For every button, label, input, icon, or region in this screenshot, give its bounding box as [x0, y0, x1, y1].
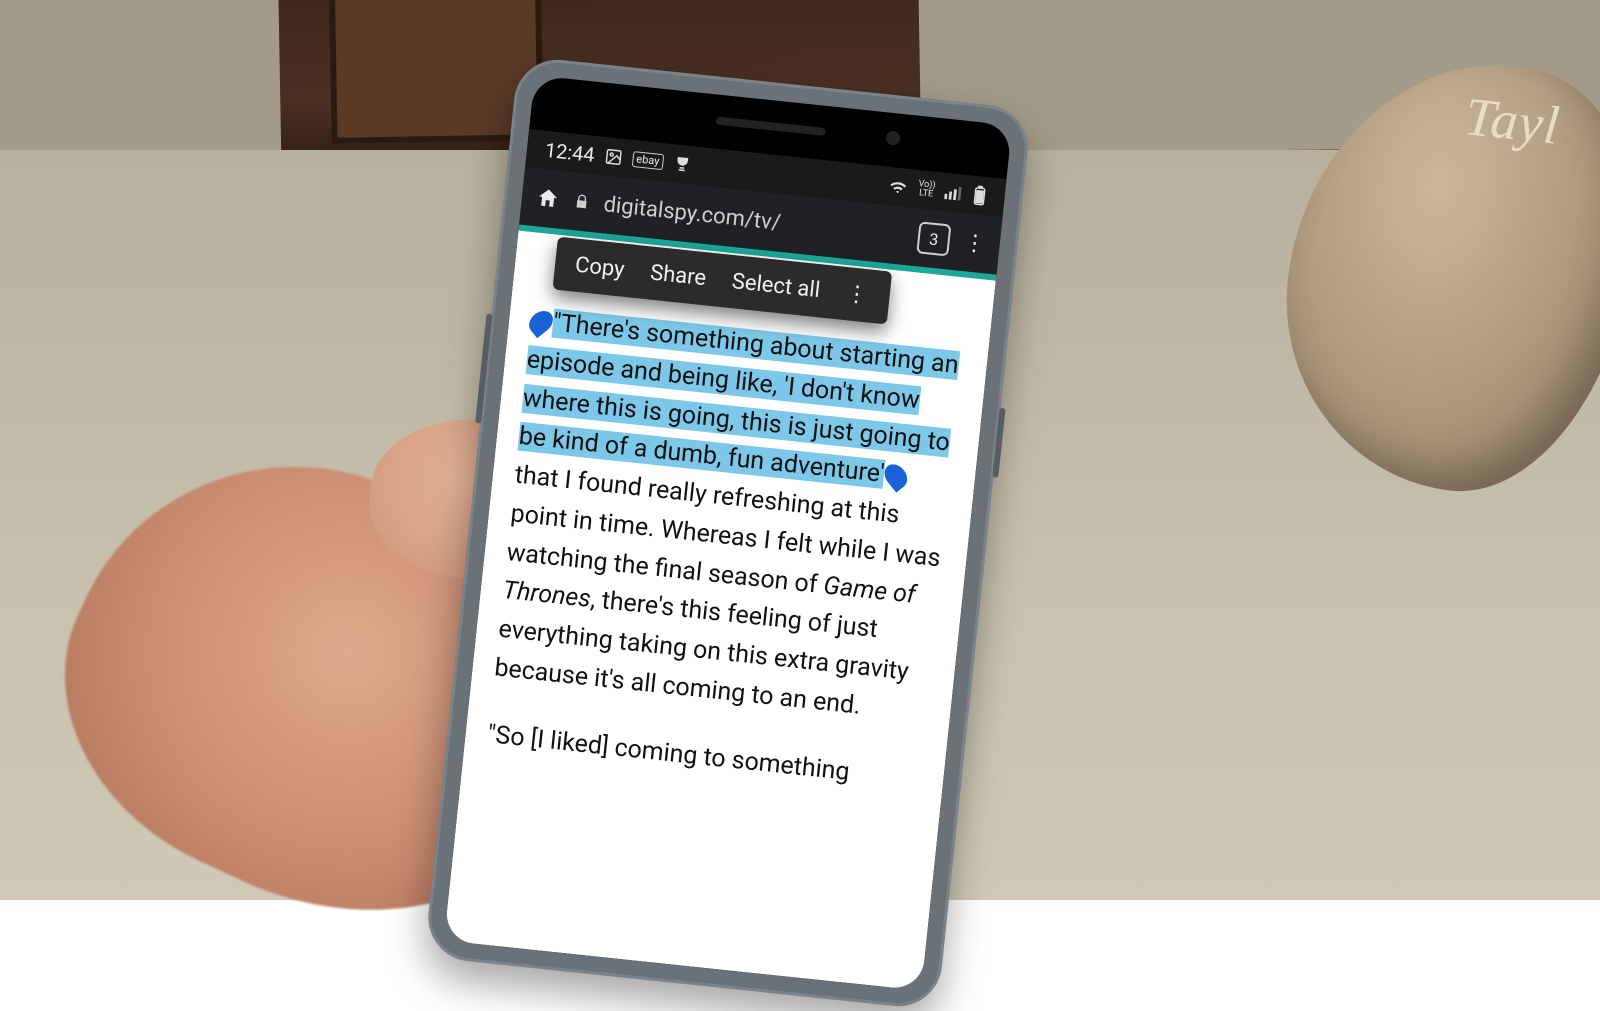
- trophy-icon: [672, 154, 692, 174]
- battery-icon: [972, 185, 988, 206]
- article-paragraph-2[interactable]: "So [I liked] coming to something: [486, 716, 924, 800]
- tab-switcher[interactable]: 3: [916, 221, 951, 256]
- signal-icon: [944, 184, 964, 202]
- ebay-icon: ebay: [632, 151, 665, 170]
- home-icon[interactable]: [535, 185, 561, 211]
- select-all-button[interactable]: Select all: [731, 269, 822, 303]
- browser-menu-icon[interactable]: ⋮: [962, 230, 986, 257]
- bag-brand-text: Tayl: [1462, 85, 1563, 157]
- phone-screen: 12:44 ebay Vo))LTE: [444, 75, 1012, 990]
- earpiece-speaker: [716, 117, 826, 136]
- background-room: Tayl 12:44 ebay: [0, 0, 1600, 900]
- share-button[interactable]: Share: [649, 261, 707, 292]
- article-body[interactable]: "There's something about starting an epi…: [444, 230, 996, 990]
- lock-icon: [573, 193, 591, 211]
- status-time: 12:44: [544, 138, 596, 167]
- phone: 12:44 ebay Vo))LTE: [424, 56, 1032, 1011]
- volte-icon: Vo))LTE: [917, 180, 936, 200]
- context-overflow-icon[interactable]: ⋮: [845, 281, 871, 308]
- selected-text[interactable]: "There's something about starting an epi…: [517, 309, 960, 490]
- front-camera: [885, 130, 900, 145]
- image-icon: [604, 147, 624, 167]
- wifi-icon: [887, 178, 909, 196]
- copy-button[interactable]: Copy: [574, 253, 626, 283]
- article-paragraph-1[interactable]: "There's something about starting an epi…: [493, 302, 967, 733]
- phone-case: 12:44 ebay Vo))LTE: [424, 56, 1032, 1011]
